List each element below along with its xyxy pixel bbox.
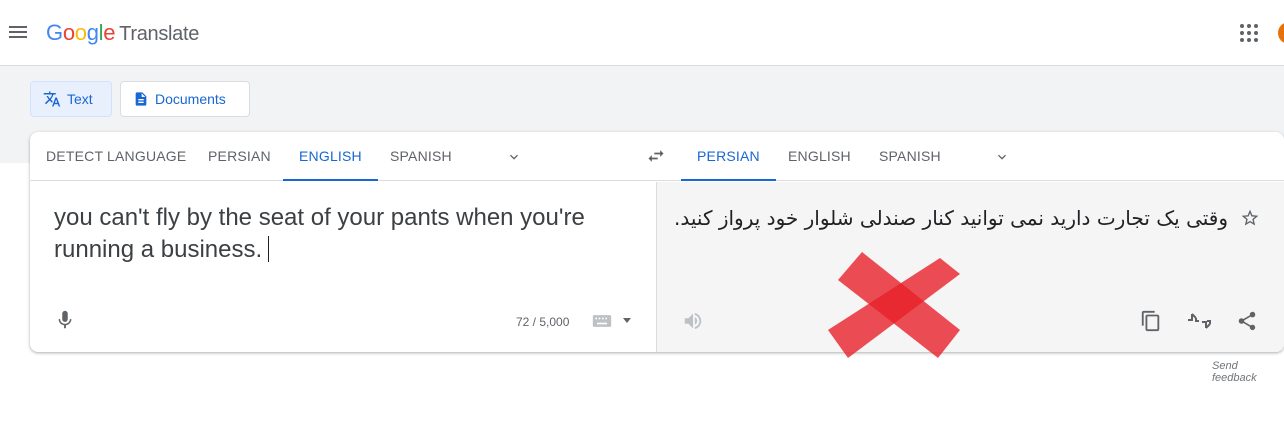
apps-icon[interactable] xyxy=(1240,24,1258,42)
source-lang-persian[interactable]: PERSIAN xyxy=(192,132,287,181)
char-count: 72 / 5,000 xyxy=(516,315,570,329)
top-bar: Google Translate xyxy=(0,0,1284,66)
menu-icon[interactable] xyxy=(8,24,28,42)
product-name: Translate xyxy=(119,23,200,45)
text-cursor xyxy=(268,236,270,262)
source-text: you can't fly by the seat of your pants … xyxy=(54,204,585,263)
avatar[interactable] xyxy=(1278,22,1284,44)
logo-letter: g xyxy=(86,20,99,45)
source-lang-english[interactable]: ENGLISH xyxy=(283,132,378,181)
logo-letter: e xyxy=(103,20,116,45)
swap-icon[interactable] xyxy=(646,146,666,166)
target-lang-spanish[interactable]: SPANISH xyxy=(863,132,957,181)
source-lang-spanish[interactable]: SPANISH xyxy=(374,132,468,181)
source-lang-detect[interactable]: DETECT LANGUAGE xyxy=(30,132,202,181)
translation-output: وقتی یک تجارت دارید نمی توانید کنار صندل… xyxy=(674,206,1228,230)
text-mode-button[interactable]: Text xyxy=(30,81,112,117)
documents-mode-label: Documents xyxy=(155,91,226,107)
star-icon[interactable] xyxy=(1240,208,1260,228)
mic-icon[interactable] xyxy=(54,309,76,331)
caret-down-icon[interactable] xyxy=(622,316,632,324)
keyboard-icon[interactable] xyxy=(592,314,612,328)
chevron-down-icon[interactable] xyxy=(506,149,522,165)
speaker-icon[interactable] xyxy=(682,310,704,332)
logo-letter: o xyxy=(74,20,87,45)
logo-letter: o xyxy=(62,20,75,45)
rate-icon[interactable] xyxy=(1186,309,1212,333)
target-lang-persian[interactable]: PERSIAN xyxy=(681,132,776,181)
language-bar: DETECT LANGUAGE PERSIAN ENGLISH SPANISH … xyxy=(30,132,1284,181)
document-icon xyxy=(135,92,147,106)
documents-mode-button[interactable]: Documents xyxy=(120,81,250,117)
send-feedback-link[interactable]: Send feedback xyxy=(1212,360,1284,384)
copy-icon[interactable] xyxy=(1140,309,1162,333)
share-icon[interactable] xyxy=(1236,310,1258,332)
source-text-input[interactable]: you can't fly by the seat of your pants … xyxy=(54,202,614,266)
logo-letter: G xyxy=(46,20,63,45)
text-mode-label: Text xyxy=(67,91,93,107)
translate-icon xyxy=(43,91,61,107)
chevron-down-icon[interactable] xyxy=(994,149,1010,165)
target-lang-english[interactable]: ENGLISH xyxy=(772,132,867,181)
red-x-overlay xyxy=(828,252,960,358)
google-translate-logo[interactable]: Google Translate xyxy=(46,20,199,46)
